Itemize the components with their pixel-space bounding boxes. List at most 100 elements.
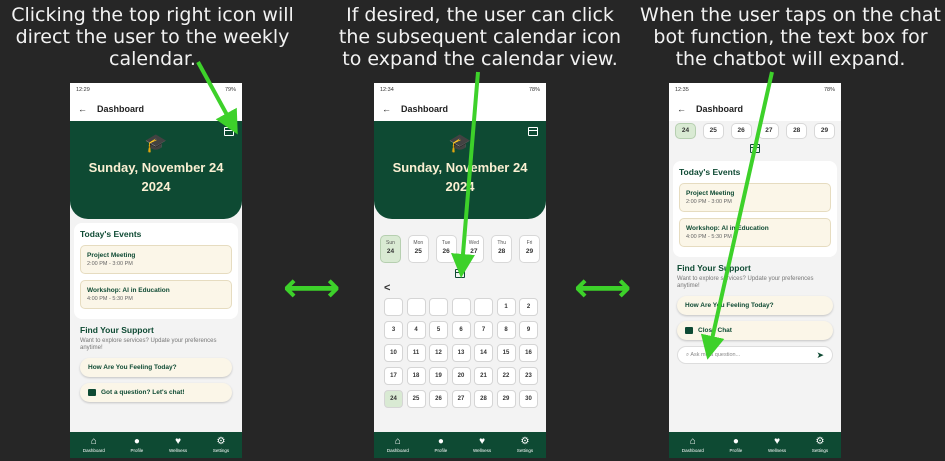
heart-icon: ♥ bbox=[175, 436, 182, 447]
calendar-day-cell bbox=[474, 298, 493, 316]
week-strip: Sun 24 Mon 25 Tue 26 Wed 27 Thu 28 Fri 29 bbox=[374, 235, 546, 263]
close-chat-button[interactable]: Close Chat bbox=[677, 321, 833, 340]
calendar-day-cell[interactable]: 6 bbox=[451, 321, 471, 339]
calendar-day-cell[interactable]: 4 bbox=[406, 321, 426, 339]
calendar-icon[interactable] bbox=[528, 127, 538, 136]
back-arrow-icon[interactable]: ← bbox=[78, 104, 87, 114]
app-bar: ← Dashboard bbox=[70, 97, 242, 121]
day-cell[interactable]: Sun 24 bbox=[380, 235, 401, 263]
calendar-icon[interactable] bbox=[750, 144, 760, 153]
page-title: Dashboard bbox=[401, 104, 449, 114]
person-icon: ● bbox=[437, 436, 444, 447]
nav-dashboard[interactable]: ⌂ Dashboard bbox=[387, 436, 409, 454]
chat-icon bbox=[88, 389, 96, 396]
day-cell[interactable]: Tue 26 bbox=[435, 235, 457, 263]
nav-profile[interactable]: ● Profile bbox=[435, 436, 448, 454]
graduation-cap-icon: 🎓 bbox=[448, 133, 472, 153]
home-icon: ⌂ bbox=[394, 436, 401, 447]
calendar-day-cell[interactable]: 30 bbox=[519, 390, 538, 408]
feeling-button[interactable]: How Are You Feeling Today? bbox=[80, 358, 232, 377]
calendar-day-cell bbox=[384, 298, 403, 316]
day-cell[interactable]: Wed 27 bbox=[463, 235, 485, 263]
day-cell[interactable]: Fri 29 bbox=[518, 235, 540, 263]
calendar-day-cell[interactable]: 19 bbox=[429, 367, 448, 385]
nav-wellness[interactable]: ♥ Wellness bbox=[169, 436, 187, 454]
phone-screen-dashboard: 12:29 79% ← Dashboard 🎓 Sunday, November … bbox=[70, 83, 242, 458]
calendar-day-cell[interactable]: 18 bbox=[406, 367, 426, 385]
bottom-nav: ⌂ Dashboard ● Profile ♥ Wellness ⚙ Settings bbox=[70, 432, 242, 458]
day-cell[interactable]: 27 bbox=[758, 123, 780, 139]
calendar-day-cell bbox=[451, 298, 471, 316]
calendar-day-cell[interactable]: 26 bbox=[429, 390, 448, 408]
home-icon: ⌂ bbox=[689, 436, 696, 447]
calendar-day-cell[interactable]: 29 bbox=[496, 390, 516, 408]
calendar-day-cell[interactable]: 16 bbox=[519, 344, 538, 362]
chat-button[interactable]: Got a question? Let's chat! bbox=[80, 383, 232, 402]
calendar-day-cell[interactable]: 12 bbox=[429, 344, 448, 362]
calendar-day-cell[interactable]: 27 bbox=[451, 390, 471, 408]
calendar-day-cell[interactable]: 1 bbox=[496, 298, 516, 316]
person-icon: ● bbox=[732, 436, 739, 447]
nav-wellness[interactable]: ♥ Wellness bbox=[473, 437, 491, 454]
calendar-day-cell[interactable]: 14 bbox=[474, 344, 493, 362]
calendar-day-cell[interactable]: 8 bbox=[496, 321, 516, 339]
support-section: Find Your Support Want to explore servic… bbox=[669, 257, 841, 370]
calendar-day-cell[interactable]: 24 bbox=[384, 390, 403, 408]
nav-wellness[interactable]: ♥ Wellness bbox=[768, 437, 786, 454]
calendar-day-cell[interactable]: 25 bbox=[406, 390, 426, 408]
nav-settings[interactable]: ⚙ Settings bbox=[517, 437, 533, 454]
send-icon[interactable]: ➤ bbox=[816, 350, 824, 361]
event-card[interactable]: Project Meeting 2:00 PM - 3:00 PM bbox=[679, 183, 831, 212]
chat-input[interactable]: ⌕ Ask me a question... ➤ bbox=[677, 346, 833, 364]
day-cell[interactable]: Mon 25 bbox=[407, 235, 429, 263]
status-bar: 12:29 79% bbox=[70, 83, 242, 97]
todays-events: Today's Events Project Meeting 2:00 PM -… bbox=[74, 223, 238, 319]
bottom-nav: ⌂ Dashboard ● Profile ♥ Wellness ⚙ Settings bbox=[669, 432, 841, 458]
calendar-day-cell[interactable]: 23 bbox=[519, 367, 538, 385]
date-line-1: Sunday, November 24 bbox=[88, 160, 224, 175]
nav-profile[interactable]: ● Profile bbox=[131, 437, 144, 454]
nav-settings[interactable]: ⚙ Settings bbox=[812, 437, 828, 454]
prev-month-chevron-icon[interactable]: < bbox=[374, 278, 546, 298]
nav-profile[interactable]: ● Profile bbox=[730, 436, 743, 454]
home-icon: ⌂ bbox=[90, 436, 97, 447]
day-cell[interactable]: 26 bbox=[730, 123, 752, 139]
calendar-day-cell[interactable]: 11 bbox=[406, 344, 426, 362]
calendar-day-cell[interactable]: 13 bbox=[451, 344, 471, 362]
back-arrow-icon[interactable]: ← bbox=[677, 104, 686, 114]
event-card[interactable]: Project Meeting 2:00 PM - 3:00 PM bbox=[80, 245, 232, 274]
phone-screen-calendar: 12:34 78% ← Dashboard 🎓 Sunday, November … bbox=[374, 83, 546, 458]
calendar-day-cell[interactable]: 20 bbox=[451, 367, 471, 385]
calendar-icon[interactable] bbox=[224, 127, 234, 136]
back-arrow-icon[interactable]: ← bbox=[382, 104, 391, 114]
nav-dashboard[interactable]: ⌂ Dashboard bbox=[83, 436, 105, 454]
week-strip: 24 25 26 27 28 29 bbox=[669, 123, 841, 139]
calendar-day-cell[interactable]: 5 bbox=[429, 321, 448, 339]
nav-dashboard[interactable]: ⌂ Dashboard bbox=[682, 436, 704, 454]
feeling-button[interactable]: How Are You Feeling Today? bbox=[677, 296, 833, 315]
day-cell[interactable]: 25 bbox=[702, 123, 724, 139]
calendar-day-cell[interactable]: 7 bbox=[474, 321, 493, 339]
event-card[interactable]: Workshop: AI in Education 4:00 PM - 5:30… bbox=[80, 280, 232, 309]
calendar-day-cell[interactable]: 15 bbox=[496, 344, 516, 362]
calendar-day-cell[interactable]: 22 bbox=[496, 367, 516, 385]
calendar-day-cell[interactable]: 17 bbox=[384, 367, 403, 385]
calendar-day-cell bbox=[406, 298, 426, 316]
calendar-day-cell[interactable]: 21 bbox=[474, 367, 493, 385]
day-cell[interactable]: 28 bbox=[786, 123, 808, 139]
calendar-day-cell[interactable]: 9 bbox=[519, 321, 538, 339]
expand-calendar-icon[interactable] bbox=[455, 269, 465, 278]
day-cell[interactable]: 24 bbox=[675, 123, 696, 139]
calendar-day-cell[interactable]: 2 bbox=[519, 298, 538, 316]
day-cell[interactable]: Thu 28 bbox=[491, 235, 513, 263]
calendar-day-cell[interactable]: 10 bbox=[384, 344, 403, 362]
calendar-day-cell[interactable]: 28 bbox=[474, 390, 493, 408]
event-card[interactable]: Workshop: AI in Education 4:00 PM - 5:30… bbox=[679, 218, 831, 247]
todays-events: Today's Events Project Meeting 2:00 PM -… bbox=[673, 161, 837, 257]
gear-icon: ⚙ bbox=[216, 436, 226, 447]
calendar-day-cell bbox=[429, 298, 448, 316]
nav-settings[interactable]: ⚙ Settings bbox=[213, 436, 229, 454]
day-cell[interactable]: 29 bbox=[813, 123, 835, 139]
calendar-day-cell[interactable]: 3 bbox=[384, 321, 403, 339]
status-bar: 12:35 78% bbox=[669, 83, 841, 97]
